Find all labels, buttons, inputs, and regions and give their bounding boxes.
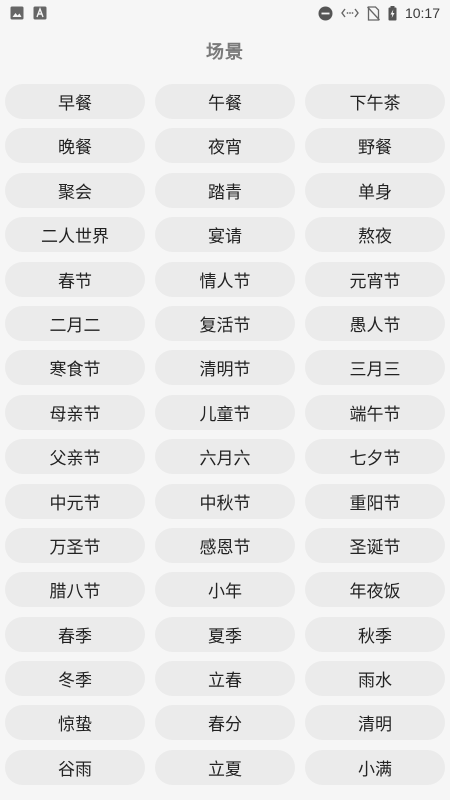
scene-button[interactable]: 二月二 (5, 305, 145, 341)
no-sim-icon (366, 5, 380, 21)
scene-button[interactable]: 夜宵 (155, 128, 295, 164)
scene-button[interactable]: 早餐 (5, 84, 145, 119)
scene-button[interactable]: 惊蛰 (5, 705, 145, 741)
status-bar-left (10, 6, 56, 20)
do-not-disturb-icon (318, 6, 333, 21)
page-title: 场景 (206, 42, 244, 63)
data-transfer-icon (341, 7, 359, 19)
scene-button[interactable]: 下午茶 (305, 84, 445, 119)
scene-button[interactable]: 野餐 (305, 128, 445, 164)
status-time: 10:17 (404, 5, 440, 21)
scene-button[interactable]: 冬季 (5, 661, 145, 697)
status-bar-right: 10:17 (310, 5, 440, 21)
scene-button[interactable]: 重阳节 (305, 483, 445, 519)
status-bar: 10:17 (0, 0, 450, 26)
scene-button[interactable]: 中秋节 (155, 483, 295, 519)
scene-button[interactable]: 清明 (305, 705, 445, 741)
scene-button[interactable]: 端午节 (305, 394, 445, 430)
scene-button[interactable]: 三月三 (305, 350, 445, 386)
scene-button[interactable]: 夏季 (155, 616, 295, 652)
scene-button[interactable]: 圣诞节 (305, 527, 445, 563)
scene-button[interactable]: 六月六 (155, 439, 295, 475)
scene-button[interactable]: 儿童节 (155, 394, 295, 430)
scene-button[interactable]: 愚人节 (305, 305, 445, 341)
scene-button[interactable]: 立春 (155, 661, 295, 697)
scene-button[interactable]: 元宵节 (305, 261, 445, 297)
scene-button[interactable]: 复活节 (155, 305, 295, 341)
scene-button[interactable]: 情人节 (155, 261, 295, 297)
scene-button[interactable]: 父亲节 (5, 439, 145, 475)
scene-button[interactable]: 聚会 (5, 172, 145, 208)
scene-button[interactable]: 春节 (5, 261, 145, 297)
scene-button[interactable]: 寒食节 (5, 350, 145, 386)
scene-button[interactable]: 中元节 (5, 483, 145, 519)
scene-button[interactable]: 春季 (5, 616, 145, 652)
scene-button[interactable]: 晚餐 (5, 128, 145, 164)
scene-button[interactable]: 腊八节 (5, 572, 145, 608)
scene-button[interactable]: 谷雨 (5, 749, 145, 785)
scene-button[interactable]: 立夏 (155, 749, 295, 785)
scene-button[interactable]: 单身 (305, 172, 445, 208)
scene-button[interactable]: 午餐 (155, 84, 295, 119)
scene-button[interactable]: 万圣节 (5, 527, 145, 563)
scene-button[interactable]: 秋季 (305, 616, 445, 652)
scene-button[interactable]: 雨水 (305, 661, 445, 697)
scene-button[interactable]: 小年 (155, 572, 295, 608)
scene-button[interactable]: 小满 (305, 749, 445, 785)
scene-button[interactable]: 年夜饭 (305, 572, 445, 608)
battery-charging-icon (388, 5, 397, 21)
scene-button[interactable]: 春分 (155, 705, 295, 741)
image-icon (10, 6, 24, 20)
scene-button[interactable]: 二人世界 (5, 217, 145, 253)
scene-button[interactable]: 七夕节 (305, 439, 445, 475)
scene-button[interactable]: 熬夜 (305, 217, 445, 253)
scene-button[interactable]: 宴请 (155, 217, 295, 253)
text-a-icon (33, 6, 47, 20)
scene-button[interactable]: 清明节 (155, 350, 295, 386)
scene-button[interactable]: 感恩节 (155, 527, 295, 563)
scene-button[interactable]: 踏青 (155, 172, 295, 208)
scene-button[interactable]: 母亲节 (5, 394, 145, 430)
scene-grid: 早餐 午餐 下午茶晚餐 夜宵 野餐聚会 踏青 单身二人世界 宴请 熬夜春节 情人节 元宵节二月二 复活… (5, 84, 445, 785)
